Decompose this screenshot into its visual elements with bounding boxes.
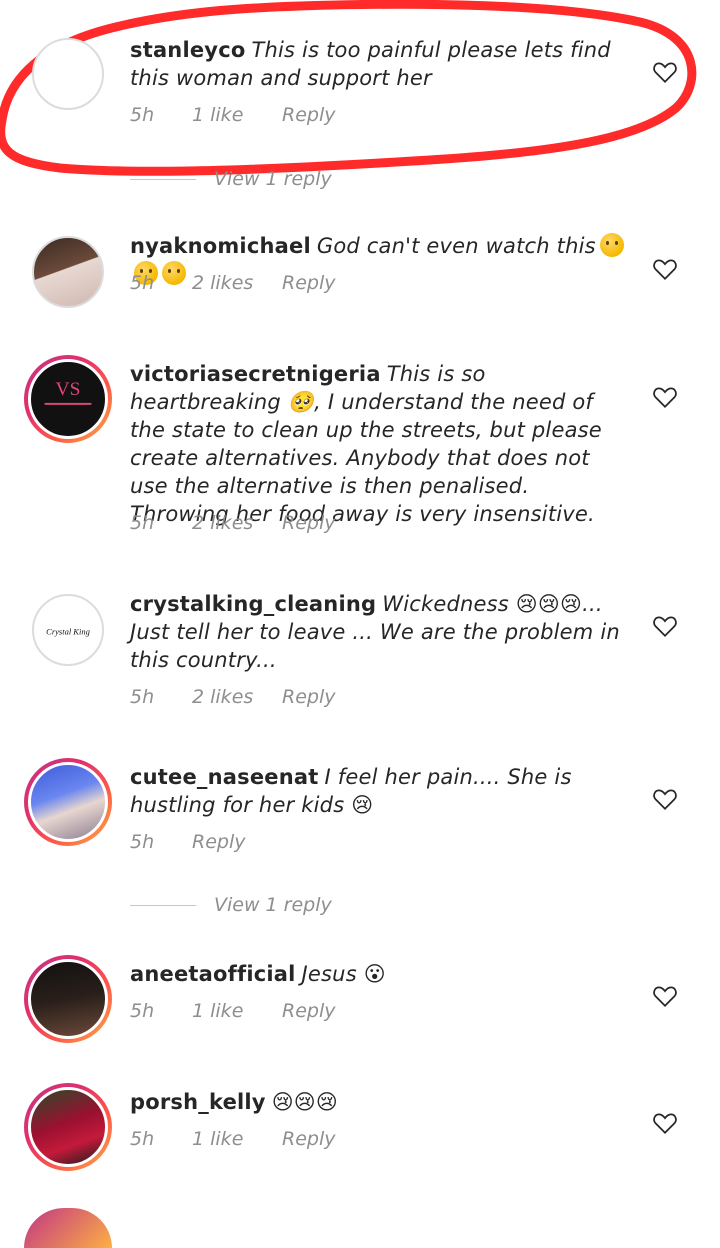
comment-text: Jesus 😮 [301,962,386,986]
heart-outline-icon[interactable] [652,257,678,281]
avatar[interactable] [24,1083,112,1171]
heart-outline-icon[interactable] [652,60,678,84]
comment-meta: 5h 1 like Reply [130,104,335,126]
comment-text: God can't even watch this [316,234,596,258]
reply-divider-line [130,179,196,180]
reply-button[interactable]: Reply [282,104,335,126]
red-highlight-ellipse [0,0,697,176]
comment-meta: 5h 1 like Reply [130,1128,335,1150]
like-count[interactable]: 1 like [192,104,282,126]
comment-meta: 5h 2 likes Reply [130,512,335,534]
view-replies-label[interactable]: View 1 reply [214,894,332,916]
comment-body: aneetaofficial Jesus 😮 [130,960,630,988]
reply-button[interactable]: Reply [192,831,245,853]
view-replies-label[interactable]: View 1 reply [214,168,332,190]
comment-body: crystalking_cleaning Wickedness 😢😢😢... Ju… [130,590,630,674]
heart-outline-icon[interactable] [652,984,678,1008]
heart-outline-icon[interactable] [652,614,678,638]
crying-face-icon [599,233,624,257]
username[interactable]: aneetaofficial [130,962,296,986]
username[interactable]: victoriasecretnigeria [130,362,381,386]
reply-button[interactable]: Reply [282,1000,335,1022]
like-count[interactable]: 1 like [192,1128,282,1150]
timestamp: 5h [130,272,155,294]
timestamp: 5h [130,831,155,853]
avatar-image: VS [28,359,108,439]
reply-button[interactable]: Reply [282,686,335,708]
avatar-image [28,1087,108,1167]
svg-text:VS: VS [56,379,81,400]
avatar[interactable] [32,236,104,308]
heart-outline-icon[interactable] [652,787,678,811]
view-replies-link[interactable]: View 1 reply [130,168,332,190]
comment-meta: 5h 2 likes Reply [130,272,335,294]
like-count[interactable]: 2 likes [192,686,282,708]
like-count[interactable]: 1 like [192,1000,282,1022]
reply-button[interactable]: Reply [282,272,335,294]
username[interactable]: porsh_kelly [130,1090,266,1114]
comment-body: stanleyco This is too painful please lets… [130,36,630,92]
avatar[interactable]: Crystal King [32,594,104,666]
timestamp: 5h [130,104,155,126]
comment-meta: 5h 2 likes Reply [130,686,335,708]
svg-text:Crystal King: Crystal King [46,627,90,637]
timestamp: 5h [130,686,155,708]
username[interactable]: cutee_naseenat [130,765,319,789]
vs-logo-icon: VS [44,379,92,405]
timestamp: 5h [130,512,155,534]
timestamp: 5h [130,1000,155,1022]
comment-meta: 5h 1 like Reply [130,1000,335,1022]
username[interactable]: stanleyco [130,38,245,62]
timestamp: 5h [130,1128,155,1150]
avatar[interactable] [24,955,112,1043]
heart-outline-icon[interactable] [652,1111,678,1135]
avatar[interactable]: VS [24,355,112,443]
comment-body: victoriasecretnigeria This is so heartbre… [130,360,630,528]
comment-meta: 5h Reply [130,831,245,853]
avatar[interactable] [32,38,104,110]
avatar[interactable] [24,758,112,846]
reply-button[interactable]: Reply [282,512,335,534]
comment-body: porsh_kelly 😢😢😢 [130,1088,630,1116]
comment-text: 😢😢😢 [271,1090,338,1114]
heart-outline-icon[interactable] [652,385,678,409]
comment-body: cutee_naseenat I feel her pain.... She is… [130,763,630,819]
reply-divider-line [130,905,196,906]
next-comment-avatar-partial[interactable] [24,1208,112,1248]
crystal-king-logo-icon: Crystal King [46,627,90,637]
like-count[interactable]: 2 likes [192,272,282,294]
username[interactable]: crystalking_cleaning [130,592,376,616]
avatar-image [28,959,108,1039]
comment-text: This is so heartbreaking 🥺, I understand… [130,362,602,526]
reply-button[interactable]: Reply [282,1128,335,1150]
view-replies-link[interactable]: View 1 reply [130,894,332,916]
avatar-image [28,762,108,842]
username[interactable]: nyaknomichael [130,234,311,258]
like-count[interactable]: 2 likes [192,512,282,534]
